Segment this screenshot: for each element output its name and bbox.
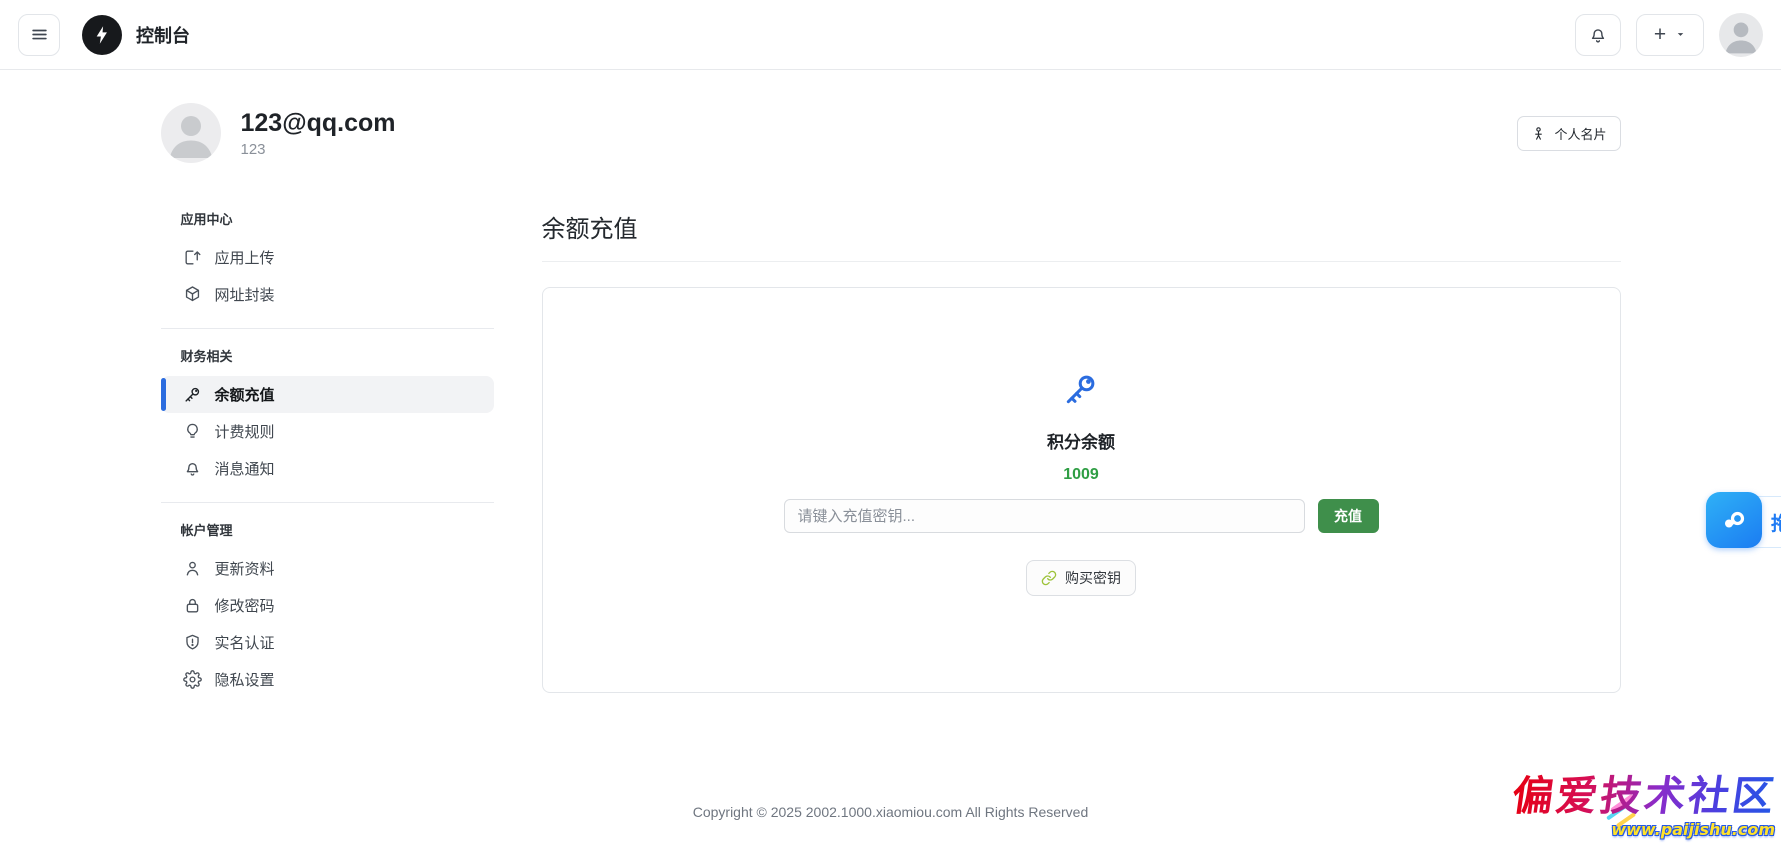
contact-person-icon xyxy=(1531,126,1546,141)
recharge-button[interactable]: 充值 xyxy=(1318,499,1379,533)
sidebar-item-label: 余额充值 xyxy=(215,384,275,405)
key-icon xyxy=(183,385,202,404)
app-title: 控制台 xyxy=(136,22,190,48)
personal-card-label: 个人名片 xyxy=(1554,124,1606,143)
package-icon xyxy=(183,285,202,304)
main-content: 余额充值 积分余额 1009 充值 购买密钥 xyxy=(542,209,1621,693)
gear-icon xyxy=(183,670,202,689)
add-button[interactable]: + xyxy=(1636,14,1704,56)
buy-key-button[interactable]: 购买密钥 xyxy=(1026,560,1136,596)
sidebar-item-app-upload[interactable]: 应用上传 xyxy=(161,239,494,276)
sidebar-item-privacy-settings[interactable]: 隐私设置 xyxy=(161,661,494,698)
profile-email: 123@qq.com xyxy=(241,109,396,138)
sidebar-item-label: 网址封装 xyxy=(215,284,275,305)
sidebar-item-label: 修改密码 xyxy=(215,595,275,616)
sidebar-item-label: 应用上传 xyxy=(215,247,275,268)
sidebar-section-finance: 财务相关 xyxy=(161,346,494,365)
key-icon xyxy=(1062,370,1100,408)
sidebar-item-label: 消息通知 xyxy=(215,458,275,479)
sidebar-item-notifications[interactable]: 消息通知 xyxy=(161,450,494,487)
profile-avatar xyxy=(161,103,221,163)
sidebar-divider xyxy=(161,502,494,503)
buy-key-label: 购买密钥 xyxy=(1065,568,1121,588)
lock-icon xyxy=(183,596,202,615)
personal-card-button[interactable]: 个人名片 xyxy=(1517,116,1620,151)
page-title: 余额充值 xyxy=(542,209,1621,262)
bell-icon xyxy=(183,459,202,478)
netdisk-panel-label: 拖 xyxy=(1771,509,1781,536)
link-icon xyxy=(1041,570,1057,586)
chevron-down-icon xyxy=(1675,29,1686,40)
app-logo[interactable] xyxy=(82,15,122,55)
sidebar-item-update-profile[interactable]: 更新资料 xyxy=(161,550,494,587)
baidu-netdisk-icon[interactable] xyxy=(1706,492,1762,548)
balance-value: 1009 xyxy=(1063,466,1099,484)
sidebar-item-billing-rules[interactable]: 计费规则 xyxy=(161,413,494,450)
watermark: 偏爱技术社区 www.paijishu.com xyxy=(1513,762,1777,839)
menu-button[interactable] xyxy=(18,14,60,56)
bell-icon xyxy=(1588,25,1608,45)
notifications-button[interactable] xyxy=(1575,14,1621,56)
top-bar-actions: + xyxy=(1575,13,1763,57)
user-icon xyxy=(183,559,202,578)
footer-copyright: Copyright © 2025 2002.1000.xiaomiou.com … xyxy=(0,804,1781,820)
sidebar-item-label: 隐私设置 xyxy=(215,669,275,690)
sidebar-section-account: 帐户管理 xyxy=(161,520,494,539)
sidebar-item-label: 更新资料 xyxy=(215,558,275,579)
balance-label: 积分余额 xyxy=(1047,428,1115,453)
user-avatar[interactable] xyxy=(1719,13,1763,57)
top-bar: 控制台 + xyxy=(0,0,1781,70)
profile-header: 123@qq.com 123 个人名片 xyxy=(161,103,1621,163)
lightbulb-icon xyxy=(183,422,202,441)
sidebar-item-label: 计费规则 xyxy=(215,421,275,442)
watermark-url: www.paijishu.com xyxy=(1513,820,1775,839)
plus-icon: + xyxy=(1654,24,1666,45)
sidebar-item-balance-recharge[interactable]: 余额充值 xyxy=(161,376,494,413)
sidebar-divider xyxy=(161,328,494,329)
recharge-key-input[interactable] xyxy=(784,499,1305,533)
upload-icon xyxy=(183,248,202,267)
sidebar: 应用中心 应用上传 网址封装 财务相关 余额充值 xyxy=(161,209,494,698)
lightning-bolt-icon xyxy=(91,24,113,46)
netdisk-float-widget: 拖 xyxy=(1706,492,1781,552)
sidebar-item-label: 实名认证 xyxy=(215,632,275,653)
shield-exclamation-icon xyxy=(183,633,202,652)
sidebar-item-url-packaging[interactable]: 网址封装 xyxy=(161,276,494,313)
hamburger-icon xyxy=(31,26,48,43)
balance-recharge-card: 积分余额 1009 充值 购买密钥 xyxy=(542,287,1621,693)
profile-username: 123 xyxy=(241,141,396,158)
sidebar-section-app-center: 应用中心 xyxy=(161,209,494,228)
sidebar-item-change-password[interactable]: 修改密码 xyxy=(161,587,494,624)
sidebar-item-real-name-verification[interactable]: 实名认证 xyxy=(161,624,494,661)
